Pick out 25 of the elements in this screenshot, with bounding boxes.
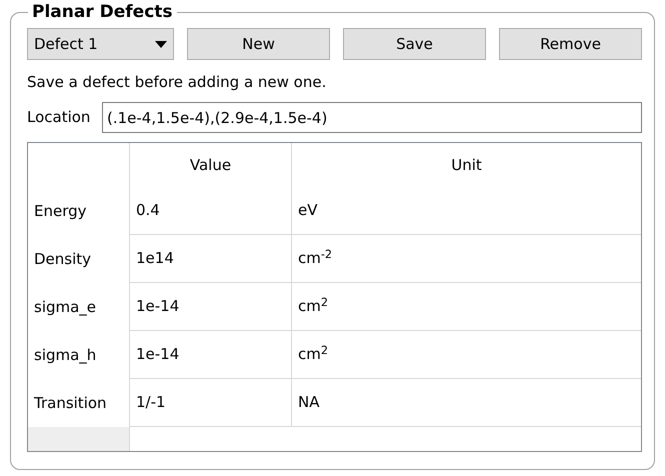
table-cell: 0.4 [129,187,291,235]
table-cell: 1e-14 [129,283,291,331]
defect-dropdown[interactable]: Defect 1 [27,28,174,60]
row-header: sigma_e [33,296,98,318]
table-cell: cm$^{2}$ [291,283,641,331]
row-header: sigma_h [33,344,98,366]
table-cell: NA [291,379,641,427]
table-cell: 1e-14 [129,331,291,379]
column-header[interactable]: Unit [291,143,641,187]
row-header: Transition [33,392,108,414]
table-cell: cm$^{-2}$ [291,235,641,283]
table-cell: cm$^{2}$ [291,331,641,379]
action-button[interactable]: New [187,28,330,60]
table-cell: 1/-1 [129,379,291,427]
action-button[interactable]: Remove [499,28,642,60]
column-header[interactable]: Value [129,143,291,187]
row-header: Density [33,248,92,270]
caret-icon [155,40,167,48]
table-cell: eV [291,187,641,235]
row-header: Energy [33,200,88,222]
hint-message: Save a defect before adding a new one. [27,72,328,92]
location-field[interactable]: (.1e-4,1.5e-4),(2.9e-4,1.5e-4) [102,102,642,133]
table-cell: 1e14 [129,235,291,283]
action-button[interactable]: Save [343,28,486,60]
location-label: Location [27,107,92,128]
